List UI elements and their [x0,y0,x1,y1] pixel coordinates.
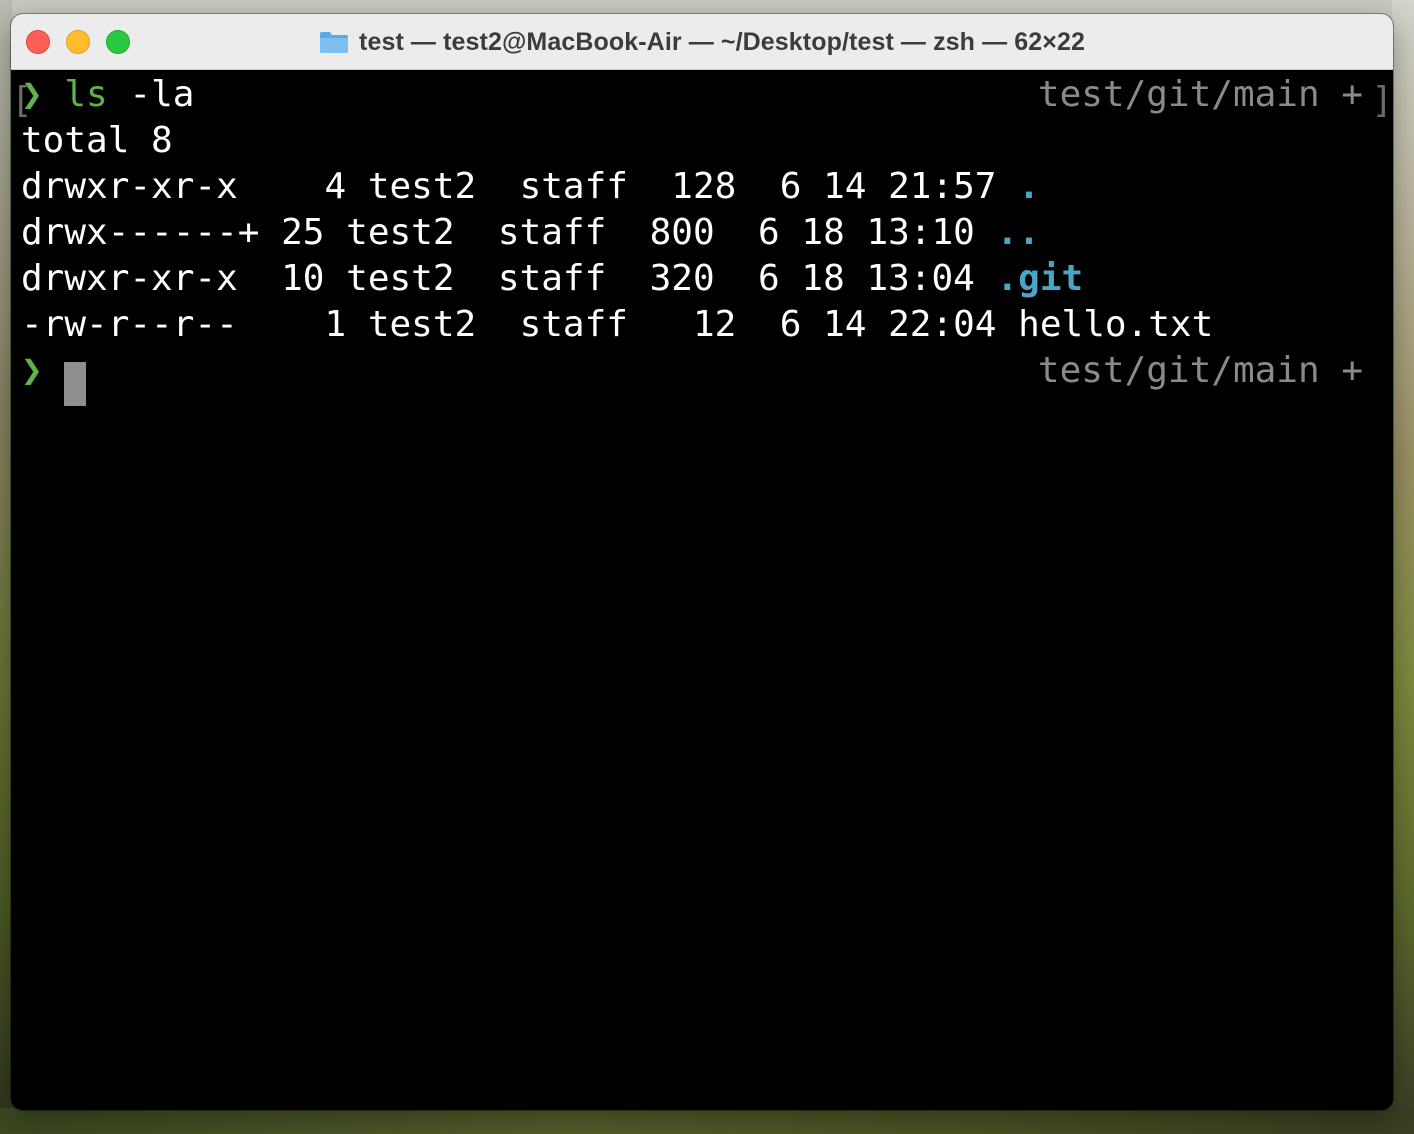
desktop-wallpaper-bottom [0,1108,1414,1134]
prompt-symbol: ❯ [21,350,43,391]
mark-bracket-right: ] [1371,80,1393,121]
window-title: test — test2@MacBook-Air — ~/Desktop/tes… [359,27,1085,56]
command-name: ls [64,74,108,115]
right-prompt: test/git/main + [1037,74,1363,115]
desktop-wallpaper-right [1392,0,1414,1134]
window-title-group: test — test2@MacBook-Air — ~/Desktop/tes… [11,14,1393,70]
text-cursor [64,362,86,406]
output-total: total 8 [21,120,173,161]
current-prompt-line: ❯ [21,348,43,394]
file-name: hello.txt [1018,304,1214,345]
prompt-symbol: ❯ [21,74,43,115]
terminal-window: test — test2@MacBook-Air — ~/Desktop/tes… [11,14,1393,1110]
listing-row: -rw-r--r-- 1 test2 staff 12 6 14 22:04 h… [21,304,1214,345]
dir-name: .git [996,258,1084,299]
folder-icon [319,30,349,54]
terminal-content[interactable]: [ ] ❯ ls -la test/git/main + total 8 drw… [11,70,1393,1110]
right-prompt: test/git/main + [1037,350,1363,391]
listing-row: drwxr-xr-x 10 test2 staff 320 6 18 13:04… [21,258,1084,299]
dir-name: .. [996,212,1040,253]
listing-row: drwxr-xr-x 4 test2 staff 128 6 14 21:57 … [21,166,1040,207]
title-bar[interactable]: test — test2@MacBook-Air — ~/Desktop/tes… [11,14,1393,70]
listing-row: drwx------+ 25 test2 staff 800 6 18 13:1… [21,212,1040,253]
dir-name: . [1018,166,1040,207]
command-line: ❯ ls -la [21,72,194,118]
command-args: -la [107,74,195,115]
